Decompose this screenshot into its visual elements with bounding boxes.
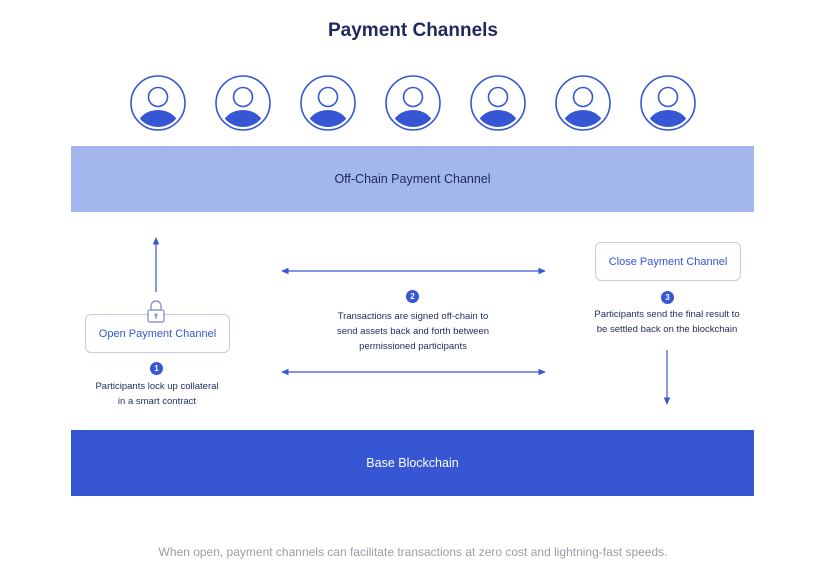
transaction-description: Transactions are signed off-chain to sen… (336, 311, 490, 352)
base-blockchain-band: Base Blockchain (71, 430, 754, 496)
step-1-badge: 1 (150, 362, 163, 375)
close-channel-label: Close Payment Channel (608, 255, 728, 268)
close-channel-description: Participants send the final result to be… (594, 309, 740, 335)
base-blockchain-label: Base Blockchain (366, 456, 459, 470)
padlock-icon (147, 300, 165, 323)
open-channel-description: Participants lock up collateral in a sma… (95, 381, 219, 407)
open-channel-label: Open Payment Channel (98, 327, 217, 340)
caption: When open, payment channels can facilita… (158, 545, 668, 559)
step-2-badge: 2 (406, 290, 419, 303)
step-3-badge: 3 (661, 291, 674, 304)
close-channel-box: Close Payment Channel (595, 242, 741, 281)
